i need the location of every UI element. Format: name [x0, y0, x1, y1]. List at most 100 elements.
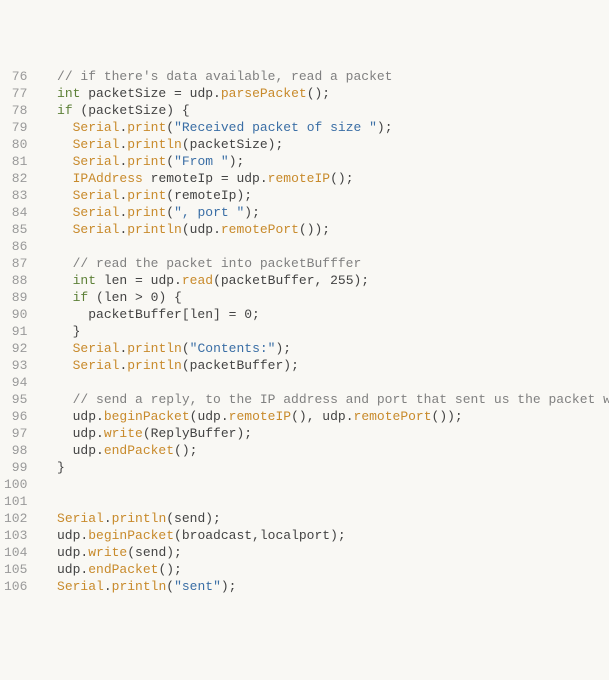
token-fn: remotePort [221, 222, 299, 237]
code-line[interactable]: // if there's data available, read a pac… [41, 68, 609, 85]
token-fn: beginPacket [88, 528, 174, 543]
token-kw: if [73, 290, 89, 305]
token-fn: remoteIP [229, 409, 291, 424]
token-kw: if [57, 103, 73, 118]
line-number: 105 [4, 561, 27, 578]
code-line[interactable]: Serial.println("Contents:"); [41, 340, 609, 357]
line-number: 104 [4, 544, 27, 561]
token-pn [41, 375, 49, 390]
token-cl: Serial [73, 137, 120, 152]
code-line[interactable]: int len = udp.read(packetBuffer, 255); [41, 272, 609, 289]
token-pn [41, 222, 72, 237]
code-line[interactable] [41, 476, 609, 493]
token-pn: ); [244, 205, 260, 220]
line-number: 86 [4, 238, 27, 255]
code-line[interactable]: Serial.println(send); [41, 510, 609, 527]
code-line[interactable]: Serial.print("Received packet of size ")… [41, 119, 609, 136]
code-line[interactable]: } [41, 459, 609, 476]
code-line[interactable]: Serial.print(remoteIp); [41, 187, 609, 204]
line-number: 80 [4, 136, 27, 153]
code-line[interactable]: Serial.println(udp.remotePort()); [41, 221, 609, 238]
code-line[interactable]: udp.write(ReplyBuffer); [41, 425, 609, 442]
token-cl: IPAddress [73, 171, 143, 186]
token-pn: ); [377, 120, 393, 135]
code-line[interactable]: if (len > 0) { [41, 289, 609, 306]
token-pn [41, 137, 72, 152]
code-line[interactable]: // read the packet into packetBufffer [41, 255, 609, 272]
token-st: "Received packet of size " [174, 120, 377, 135]
code-line[interactable] [41, 493, 609, 510]
token-id: (ReplyBuffer); [143, 426, 252, 441]
token-fn: println [127, 358, 182, 373]
token-id: } [41, 324, 80, 339]
code-line[interactable]: int packetSize = udp.parsePacket(); [41, 85, 609, 102]
token-pn [41, 341, 72, 356]
code-line[interactable]: if (packetSize) { [41, 102, 609, 119]
code-line[interactable]: packetBuffer[len] = 0; [41, 306, 609, 323]
token-fn: parsePacket [221, 86, 307, 101]
token-fn: println [127, 137, 182, 152]
token-fn: print [127, 154, 166, 169]
line-number: 76 [4, 68, 27, 85]
token-pn [41, 256, 72, 271]
token-id: (broadcast,localport); [174, 528, 346, 543]
token-st: ", port " [174, 205, 244, 220]
token-pn [41, 358, 72, 373]
token-cm: // send a reply, to the IP address and p… [73, 392, 609, 407]
line-number: 84 [4, 204, 27, 221]
token-pn: ); [229, 154, 245, 169]
token-pn: ); [276, 341, 292, 356]
code-line[interactable]: Serial.print("From "); [41, 153, 609, 170]
token-cl: Serial [57, 579, 104, 594]
token-pn: ( [166, 120, 174, 135]
token-id: udp. [41, 528, 88, 543]
code-line[interactable]: Serial.println(packetBuffer); [41, 357, 609, 374]
token-pn [41, 392, 72, 407]
token-cl: Serial [73, 205, 120, 220]
line-number: 95 [4, 391, 27, 408]
code-line[interactable] [41, 238, 609, 255]
token-pn [41, 205, 72, 220]
line-number: 83 [4, 187, 27, 204]
code-line[interactable]: Serial.println("sent"); [41, 578, 609, 595]
token-pn: ()); [432, 409, 463, 424]
code-line[interactable]: udp.beginPacket(udp.remoteIP(), udp.remo… [41, 408, 609, 425]
token-pn: (); [174, 443, 197, 458]
token-id: (udp. [190, 409, 229, 424]
token-id: udp. [41, 409, 103, 424]
token-id: (remoteIp); [166, 188, 252, 203]
token-id: (packetBuffer); [182, 358, 299, 373]
code-line[interactable]: Serial.println(packetSize); [41, 136, 609, 153]
token-pn [41, 154, 72, 169]
token-cl: Serial [73, 341, 120, 356]
code-line[interactable]: // send a reply, to the IP address and p… [41, 391, 609, 408]
token-id: packetBuffer[len] = 0; [41, 307, 259, 322]
code-line[interactable]: } [41, 323, 609, 340]
token-pn [41, 69, 57, 84]
token-fn: write [88, 545, 127, 560]
token-fn: print [127, 120, 166, 135]
token-fn: read [182, 273, 213, 288]
token-id: (packetSize); [182, 137, 283, 152]
line-number: 99 [4, 459, 27, 476]
token-pn [41, 188, 72, 203]
token-pn [41, 290, 72, 305]
code-line[interactable] [41, 374, 609, 391]
token-id: udp. [41, 443, 103, 458]
code-line[interactable]: udp.beginPacket(broadcast,localport); [41, 527, 609, 544]
token-fn: endPacket [104, 443, 174, 458]
token-pn: (); [158, 562, 181, 577]
line-number: 89 [4, 289, 27, 306]
token-id: } [41, 460, 64, 475]
code-line[interactable]: Serial.print(", port "); [41, 204, 609, 221]
line-number: 91 [4, 323, 27, 340]
code-line[interactable]: udp.write(send); [41, 544, 609, 561]
code-area[interactable]: // if there's data available, read a pac… [35, 68, 609, 595]
code-line[interactable]: udp.endPacket(); [41, 442, 609, 459]
code-line[interactable]: udp.endPacket(); [41, 561, 609, 578]
line-number: 98 [4, 442, 27, 459]
token-pn: ( [166, 205, 174, 220]
token-cl: Serial [57, 511, 104, 526]
token-fn: remotePort [354, 409, 432, 424]
code-line[interactable]: IPAddress remoteIp = udp.remoteIP(); [41, 170, 609, 187]
